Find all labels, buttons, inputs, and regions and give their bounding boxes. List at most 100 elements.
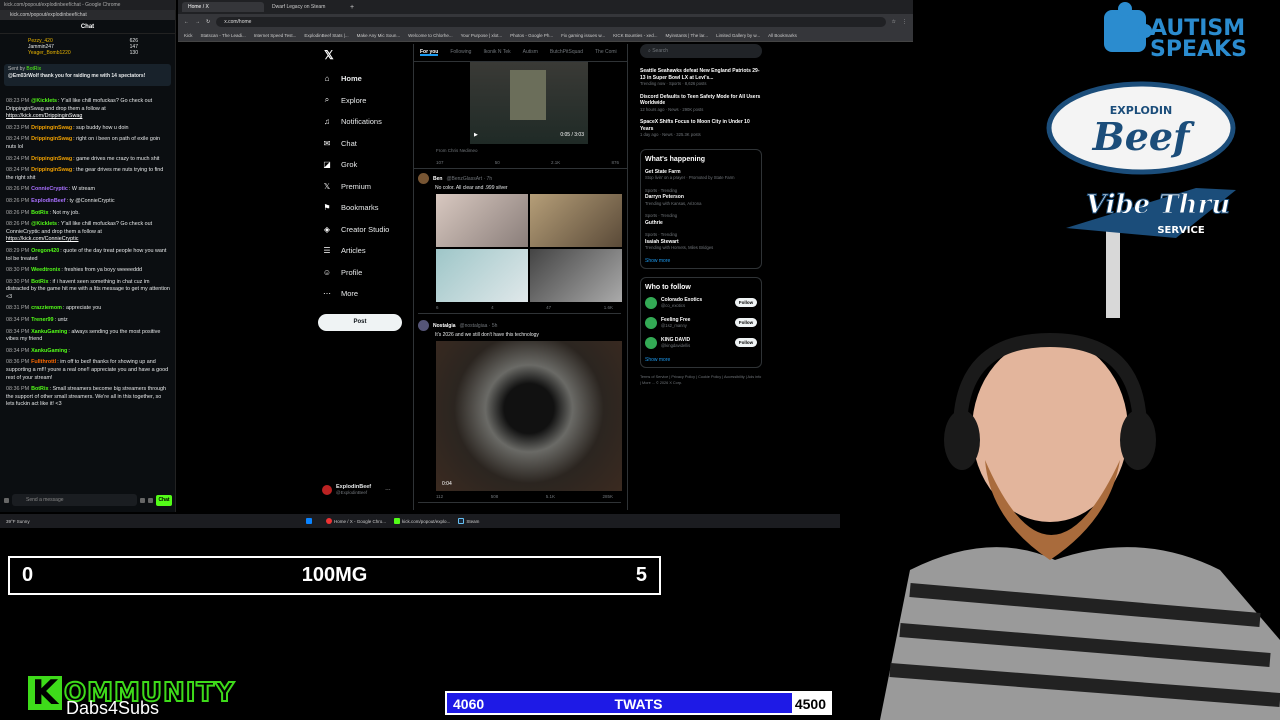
chat-message[interactable]: 08:26 PM ExplodinBeef: ty @ConnieCryptic [6, 198, 170, 206]
message-username[interactable]: crazziemom [31, 305, 62, 311]
chat-message[interactable]: 08:34 PM XankuGaming: always sending you … [6, 329, 170, 344]
pinned-message[interactable]: Sent by BotRix @Em03rWolf thank you for … [4, 64, 171, 86]
nav-item-chat[interactable]: ✉ Chat [316, 133, 416, 155]
emote-icon[interactable] [4, 497, 9, 503]
more-dots-icon[interactable]: ··· [385, 487, 391, 493]
nav-item-premium[interactable]: 𝕏 Premium [316, 176, 416, 198]
bookmark-item[interactable]: Statscan - The Leadi... [201, 33, 246, 38]
chat-message[interactable]: 08:24 PM DrippinginSwag: the gear drives … [6, 167, 170, 182]
video-player[interactable]: 0:04 [436, 341, 622, 491]
follow-button[interactable]: Follow [735, 318, 757, 327]
follow-button[interactable]: Follow [735, 298, 757, 307]
avatar[interactable] [645, 296, 657, 309]
nav-item-grok[interactable]: ◪ Grok [316, 154, 416, 176]
settings-icon[interactable] [140, 497, 145, 503]
chat-message[interactable]: 08:29 PM Oregon420: quote of the day trea… [6, 248, 170, 263]
gift-icon[interactable] [148, 497, 153, 503]
message-username[interactable]: XankuGaming [31, 348, 67, 354]
bookmark-item[interactable]: Kick [184, 33, 193, 38]
repost-count[interactable]: 4 [491, 305, 494, 310]
nav-item-bookmarks[interactable]: ⚑ Bookmarks [316, 197, 416, 219]
bookmark-item[interactable]: KICK Bounties - xed... [613, 33, 657, 38]
feed-tab[interactable]: The Comi [595, 49, 617, 56]
bookmark-item[interactable]: All Bookmarks [768, 33, 797, 38]
media-image[interactable] [530, 194, 622, 247]
chat-message[interactable]: 08:23 PM @Kicklets: Y'all like chill mofu… [6, 98, 170, 121]
reply-count[interactable]: 112 [436, 494, 443, 499]
chat-message[interactable]: 08:36 PM Fullthrottl: im off to bed! than… [6, 359, 170, 382]
message-username[interactable]: BotRix [31, 279, 48, 285]
show-more-link[interactable]: Show more [645, 357, 757, 363]
feed-tab[interactable]: Following [450, 49, 471, 56]
tweet[interactable]: Nostalgia @nostalgiaa · 5h It's 2026 and… [414, 316, 627, 505]
avatar[interactable] [645, 336, 657, 349]
feed-tab[interactable]: Ikonik N Tek [483, 49, 510, 56]
search-input[interactable]: ⌕ Search [640, 44, 762, 58]
trend-item[interactable]: Sports · Trending Darryn Peterson Trending… [645, 188, 757, 208]
chat-message[interactable]: 08:26 PM ConnieCryptic: W stream [6, 186, 170, 194]
chat-message[interactable]: 08:26 PM @Kicklets: Y'all like chill mofu… [6, 221, 170, 244]
follow-button[interactable]: Follow [735, 338, 757, 347]
message-username[interactable]: BotRix [31, 386, 48, 392]
media-image[interactable] [436, 249, 528, 302]
message-username[interactable]: ConnieCryptic [31, 186, 68, 192]
star-icon[interactable]: ☆ [892, 19, 896, 25]
play-icon[interactable]: ▶ [474, 132, 478, 140]
chat-message[interactable]: 08:30 PM Weedtronix: freshies from ya boy… [6, 267, 170, 275]
bookmark-item[interactable]: Fix gaming issues w... [561, 33, 605, 38]
menu-icon[interactable]: ⋮ [902, 19, 907, 25]
message-username[interactable]: Trener99 [31, 317, 53, 323]
weather-widget[interactable]: 39°F Sunny [6, 519, 306, 524]
taskbar-app[interactable]: Home / X - Google Chro... [326, 518, 386, 524]
nav-item-profile[interactable]: ☺ Profile [316, 262, 416, 284]
x-logo-icon[interactable]: 𝕏 [324, 48, 416, 62]
back-icon[interactable]: ← [184, 19, 189, 25]
follow-suggestion[interactable]: KING DAVID @kingdavidellis Follow [645, 336, 757, 349]
avatar[interactable] [418, 173, 429, 184]
x-footer[interactable]: Terms of Service | Privacy Policy | Cook… [640, 374, 762, 386]
avatar[interactable] [418, 320, 429, 331]
feed-tab[interactable]: Autism [523, 49, 538, 56]
media-image[interactable] [436, 194, 528, 247]
tab-dwarf-legacy[interactable]: Dwarf Legacy on Steam [266, 2, 348, 12]
follow-suggestion[interactable]: Feeling Free @1s2_manny Follow [645, 316, 757, 329]
chat-message[interactable]: 08:26 PM BotRix: Not my job. [6, 210, 170, 218]
trend-item[interactable]: Sports · Trending Guthrie [645, 213, 757, 226]
feed-tab[interactable]: For you [420, 49, 439, 56]
nav-item-articles[interactable]: ☰ Articles [316, 240, 416, 262]
message-username[interactable]: BotRix [31, 210, 48, 216]
bookmark-item[interactable]: Your Purpose | xlot... [461, 33, 503, 38]
bookmark-item[interactable]: Limited Gallery by w... [716, 33, 760, 38]
view-count[interactable]: 876 [611, 160, 619, 165]
nav-item-more[interactable]: ⋯ More [316, 283, 416, 305]
trend-item[interactable]: Sports · Trending Isaiah Stewart Trending … [645, 232, 757, 252]
like-count[interactable]: 2.1K [551, 160, 560, 165]
bookmark-item[interactable]: Photos - Google Ph... [510, 33, 553, 38]
reload-icon[interactable]: ↻ [206, 19, 210, 25]
chat-message[interactable]: 08:34 PM XankuGaming: [6, 348, 170, 356]
message-username[interactable]: @Kicklets [31, 98, 57, 104]
taskbar-app[interactable]: Steam [458, 518, 479, 524]
like-count[interactable]: 5.1K [546, 494, 555, 499]
message-username[interactable]: DrippinginSwag [31, 156, 72, 162]
message-username[interactable]: Weedtronix [31, 267, 60, 273]
message-username[interactable]: Oregon420 [31, 248, 59, 254]
taskbar-app[interactable]: kick.com/popout/explo... [394, 518, 450, 524]
view-count[interactable]: 1.6K [604, 305, 613, 310]
nav-item-home[interactable]: ⌂ Home [316, 68, 416, 90]
repost-count[interactable]: 508 [491, 494, 499, 499]
message-link[interactable]: https://kick.com/ConnieCryptic [6, 236, 79, 242]
message-username[interactable]: DrippinginSwag [31, 136, 72, 142]
feed-tab[interactable]: ButchPitSquad [550, 49, 583, 56]
show-more-link[interactable]: Show more [645, 258, 757, 264]
tab-home-x[interactable]: Home / X [182, 2, 264, 12]
view-count[interactable]: 285K [602, 494, 613, 499]
bookmark-item[interactable]: ExplodinBeef Stats |... [304, 33, 348, 38]
tweet-author[interactable]: Ben [433, 176, 442, 182]
nav-item-notifications[interactable]: ♫ Notifications [316, 111, 416, 133]
reply-count[interactable]: 6 [436, 305, 439, 310]
media-image[interactable] [530, 249, 622, 302]
news-item[interactable]: Seattle Seahawks defeat New England Patr… [640, 68, 762, 88]
address-bar[interactable]: x.com/home [216, 17, 886, 27]
message-username[interactable]: @Kicklets [31, 221, 57, 227]
